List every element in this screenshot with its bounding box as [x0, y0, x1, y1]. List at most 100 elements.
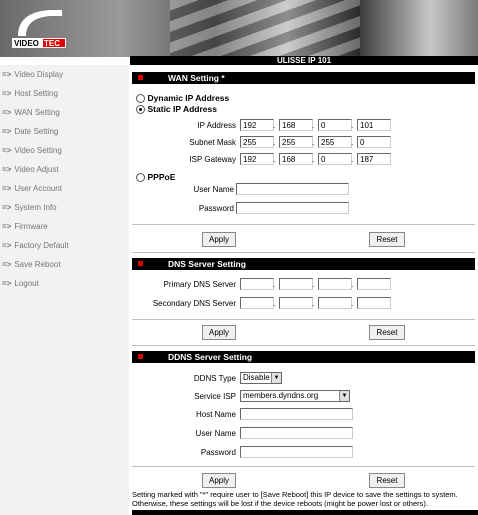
dynamic-ip-option[interactable]: Dynamic IP Address: [136, 93, 230, 104]
octet-separator: .: [312, 138, 315, 147]
sidebar: => Video Display => Host Setting => WAN Setti…: [0, 65, 129, 515]
octet-separator: .: [351, 280, 354, 289]
octet-separator: .: [351, 138, 354, 147]
pppoe-radio[interactable]: [136, 173, 145, 183]
secondary-dns-octet-4[interactable]: [357, 297, 391, 309]
gateway-octet-1[interactable]: [240, 153, 274, 165]
static-ip-option[interactable]: Static IP Address: [136, 104, 217, 115]
sidebar-item-video-adjust[interactable]: => Video Adjust: [0, 160, 129, 179]
dns-reset-button[interactable]: Reset: [369, 325, 405, 340]
octet-separator: .: [312, 155, 315, 164]
keyboard-image: [170, 0, 360, 57]
octet-separator: .: [351, 121, 354, 130]
arrow-icon: =>: [2, 70, 12, 79]
service-isp-select[interactable]: members.dyndns.org ▼: [240, 390, 350, 402]
secondary-dns-octet-3[interactable]: [318, 297, 352, 309]
dropdown-arrow-icon: ▼: [271, 373, 281, 383]
ip-octet-1[interactable]: [240, 119, 274, 131]
sidebar-item-wan-setting[interactable]: => WAN Setting: [0, 103, 129, 122]
red-square-icon: [138, 75, 143, 80]
primary-dns-label: Primary DNS Server: [163, 280, 236, 289]
ddns-user-input[interactable]: [240, 427, 353, 439]
mask-octet-3[interactable]: [318, 136, 352, 148]
pppoe-option[interactable]: PPPoE: [136, 172, 175, 183]
arrow-icon: =>: [2, 89, 12, 98]
sidebar-item-video-setting[interactable]: => Video Setting: [0, 141, 129, 160]
octet-separator: .: [273, 280, 276, 289]
wan-reset-button[interactable]: Reset: [369, 232, 405, 247]
gateway-octet-2[interactable]: [279, 153, 313, 165]
ip-octet-2[interactable]: [279, 119, 313, 131]
octet-separator: .: [273, 155, 276, 164]
isp-gateway-label: ISP Gateway: [189, 155, 236, 164]
ddns-type-value: Disable: [243, 373, 270, 382]
static-ip-radio[interactable]: [136, 105, 145, 115]
sidebar-item-date-setting[interactable]: => Date Setting: [0, 122, 129, 141]
sidebar-item-firmware[interactable]: => Firmware: [0, 217, 129, 236]
dns-section-title: DNS Server Setting: [168, 259, 246, 269]
sidebar-item-save-reboot[interactable]: => Save Reboot: [0, 255, 129, 274]
subnet-mask-label: Subnet Mask: [189, 138, 236, 147]
primary-dns-octet-3[interactable]: [318, 278, 352, 290]
primary-dns-octet-4[interactable]: [357, 278, 391, 290]
sidebar-item-logout[interactable]: => Logout: [0, 274, 129, 293]
sidebar-item-host-setting[interactable]: => Host Setting: [0, 84, 129, 103]
octet-separator: .: [273, 299, 276, 308]
secondary-dns-label: Secondary DNS Server: [152, 299, 236, 308]
octet-separator: .: [312, 280, 315, 289]
arrow-icon: =>: [2, 203, 12, 212]
mask-octet-2[interactable]: [279, 136, 313, 148]
wan-section-header: WAN Setting *: [132, 72, 475, 84]
octet-separator: .: [312, 121, 315, 130]
octet-separator: .: [273, 121, 276, 130]
primary-dns-octet-2[interactable]: [279, 278, 313, 290]
pppoe-password-label: Password: [198, 204, 234, 213]
divider: [132, 224, 475, 225]
dns-apply-button[interactable]: Apply: [202, 325, 236, 340]
gateway-octet-4[interactable]: [357, 153, 391, 165]
wan-apply-button[interactable]: Apply: [202, 232, 236, 247]
primary-dns-octet-1[interactable]: [240, 278, 274, 290]
arrow-icon: =>: [2, 165, 12, 174]
ddns-password-input[interactable]: [240, 446, 353, 458]
service-isp-label: Service ISP: [194, 392, 236, 401]
ddns-reset-button[interactable]: Reset: [369, 473, 405, 488]
ddns-section-title: DDNS Server Setting: [168, 352, 253, 362]
sidebar-item-video-display[interactable]: => Video Display: [0, 65, 129, 84]
footer-note: Setting marked with "*" require user to …: [132, 490, 458, 508]
gateway-octet-3[interactable]: [318, 153, 352, 165]
secondary-dns-octet-1[interactable]: [240, 297, 274, 309]
divider: [132, 319, 475, 320]
ip-octet-4[interactable]: [357, 119, 391, 131]
sidebar-item-factory-default[interactable]: => Factory Default: [0, 236, 129, 255]
ddns-apply-button[interactable]: Apply: [202, 473, 236, 488]
sidebar-item-label: Firmware: [14, 222, 48, 231]
sidebar-item-system-info[interactable]: => System Info: [0, 198, 129, 217]
mask-octet-4[interactable]: [357, 136, 391, 148]
ddns-type-label: DDNS Type: [193, 374, 236, 383]
octet-separator: .: [351, 299, 354, 308]
divider: [132, 252, 475, 253]
ddns-password-label: Password: [200, 448, 236, 457]
sidebar-item-label: WAN Setting: [14, 108, 60, 117]
header-banner: VIDEO TEC: [0, 0, 478, 57]
dynamic-ip-radio[interactable]: [136, 94, 145, 104]
arrow-icon: =>: [2, 279, 12, 288]
service-isp-value: members.dyndns.org: [243, 391, 319, 400]
arrow-icon: =>: [2, 146, 12, 155]
ddns-section-header: DDNS Server Setting: [132, 351, 475, 363]
ddns-user-label: User Name: [195, 429, 236, 438]
pppoe-password-input[interactable]: [236, 202, 349, 214]
pppoe-user-input[interactable]: [236, 183, 349, 195]
secondary-dns-octet-2[interactable]: [279, 297, 313, 309]
ddns-host-input[interactable]: [240, 408, 353, 420]
sidebar-item-label: Host Setting: [14, 89, 58, 98]
sidebar-item-user-account[interactable]: => User Account: [0, 179, 129, 198]
ddns-type-select[interactable]: Disable ▼: [240, 372, 282, 384]
mask-octet-1[interactable]: [240, 136, 274, 148]
ip-octet-3[interactable]: [318, 119, 352, 131]
dns-section-header: DNS Server Setting: [132, 258, 475, 270]
pppoe-user-label: User Name: [193, 185, 234, 194]
octet-separator: .: [273, 138, 276, 147]
dynamic-ip-label: Dynamic IP Address: [147, 93, 230, 103]
